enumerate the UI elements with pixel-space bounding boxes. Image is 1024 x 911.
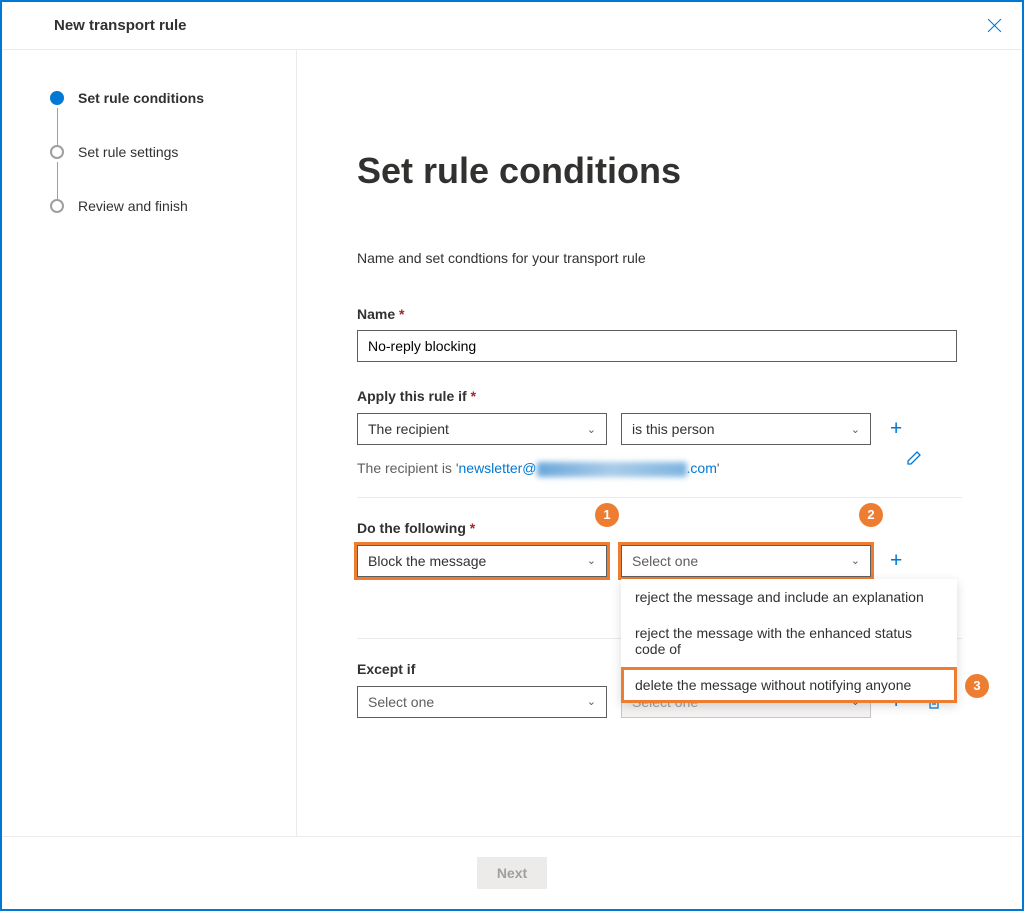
do-following-select-primary[interactable]: Block the message ⌄: [357, 545, 607, 577]
chevron-down-icon: ⌄: [587, 695, 596, 708]
dropdown-option[interactable]: reject the message and include an explan…: [621, 579, 957, 615]
page-title: Set rule conditions: [357, 150, 962, 192]
apply-if-group: Apply this rule if * The recipient ⌄ is …: [357, 388, 962, 471]
header: New transport rule: [2, 2, 1022, 50]
do-following-row: Block the message ⌄ 1 Select one ⌄ 2 rej…: [357, 544, 962, 578]
dropdown-option[interactable]: reject the message with the enhanced sta…: [621, 615, 957, 667]
app-frame: New transport rule Set rule conditions S…: [0, 0, 1024, 911]
step-dot-icon: [50, 199, 64, 213]
body: Set rule conditions Set rule settings Re…: [2, 50, 1022, 836]
plus-icon: +: [890, 549, 902, 573]
dropdown-option[interactable]: delete the message without notifying any…: [621, 667, 957, 703]
add-condition-button[interactable]: +: [885, 412, 907, 446]
apply-if-select-secondary[interactable]: is this person ⌄: [621, 413, 871, 445]
apply-if-row: The recipient ⌄ is this person ⌄ +: [357, 412, 962, 446]
pencil-icon: [906, 450, 922, 466]
callout-badge-3: 3: [965, 674, 989, 698]
do-following-group: Do the following * Block the message ⌄ 1…: [357, 520, 962, 578]
next-button[interactable]: Next: [477, 857, 547, 889]
step-set-rule-settings[interactable]: Set rule settings: [50, 144, 276, 198]
step-set-rule-conditions[interactable]: Set rule conditions: [50, 90, 276, 144]
step-dot-icon: [50, 145, 64, 159]
sidebar: Set rule conditions Set rule settings Re…: [2, 50, 297, 836]
dropdown-panel: reject the message and include an explan…: [621, 579, 957, 703]
add-action-button[interactable]: +: [885, 544, 907, 578]
close-icon: [987, 18, 1002, 33]
chevron-down-icon: ⌄: [587, 423, 596, 436]
header-title: New transport rule: [54, 17, 187, 34]
step-review-and-finish[interactable]: Review and finish: [50, 198, 276, 214]
do-following-select-secondary[interactable]: Select one ⌄: [621, 545, 871, 577]
footer: Next: [2, 836, 1022, 909]
chevron-down-icon: ⌄: [587, 554, 596, 567]
edit-condition-button[interactable]: [901, 445, 927, 471]
name-field-group: Name *: [357, 306, 962, 362]
callout-badge-1: 1: [595, 503, 619, 527]
step-label: Set rule settings: [78, 144, 178, 160]
divider: [357, 497, 962, 498]
name-input[interactable]: [357, 330, 957, 362]
close-button[interactable]: [983, 14, 1006, 37]
chevron-down-icon: ⌄: [851, 554, 860, 567]
apply-if-select-primary[interactable]: The recipient ⌄: [357, 413, 607, 445]
callout-badge-2: 2: [859, 503, 883, 527]
chevron-down-icon: ⌄: [851, 423, 860, 436]
main-content: Set rule conditions Name and set condtio…: [297, 50, 1022, 836]
recipient-link[interactable]: newsletter@.com: [459, 460, 717, 477]
apply-if-label: Apply this rule if *: [357, 388, 962, 404]
name-label: Name *: [357, 306, 962, 322]
step-dot-icon: [50, 91, 64, 105]
step-label: Review and finish: [78, 198, 188, 214]
except-if-select-primary[interactable]: Select one ⌄: [357, 686, 607, 718]
plus-icon: +: [890, 417, 902, 441]
page-subtitle: Name and set condtions for your transpor…: [357, 250, 962, 266]
blurred-domain: [537, 462, 687, 477]
step-label: Set rule conditions: [78, 90, 204, 106]
